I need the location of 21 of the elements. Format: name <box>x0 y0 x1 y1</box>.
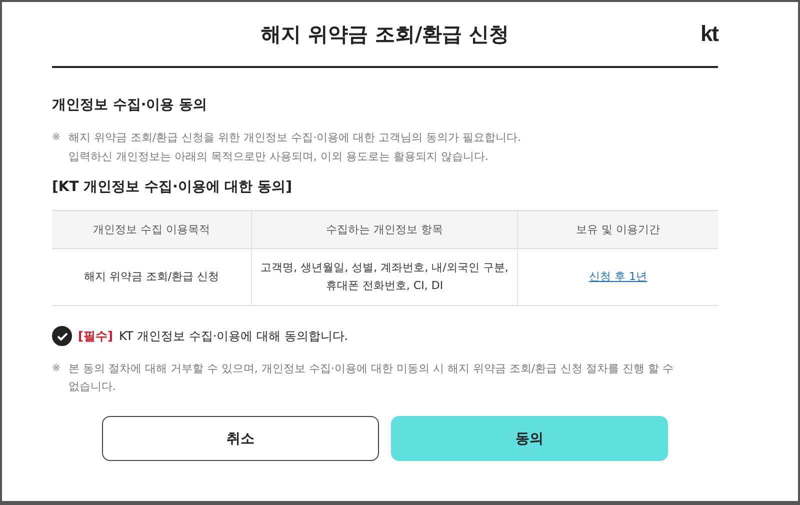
required-tag: [필수] <box>78 328 113 344</box>
table-cell: 고객명, 생년월일, 성별, 계좌번호, 내/외국인 구분, 휴대폰 전화번호, CI, DI <box>252 249 518 305</box>
table-cell: 해지 위약금 조회/환급 신청 <box>52 249 252 305</box>
footnote-text: 본 동의 절차에 대해 거부할 수 있으며, 개인정보 수집·이용에 대한 미동의 시 해지 위약금 조회/환급 신청 절차를 진행 할 수 없습니다. <box>68 361 675 395</box>
column-header: 보유 및 이용기간 <box>518 211 718 249</box>
logo: kt <box>700 21 718 47</box>
agree-button[interactable]: 동의 <box>391 416 668 461</box>
notice-text: 해지 위약금 조회/환급 신청을 위한 개인정보 수집·이용에 대한 고객님의 동의가 필요합니다. <box>68 130 522 146</box>
consent-checkbox[interactable] <box>52 326 72 346</box>
dialog-title: 해지 위약금 조회/환급 신청 <box>260 20 510 48</box>
notice-text: 입력하신 개인정보는 아래의 목적으로만 사용되며, 이외 용도로는 활용되지 않습니다. <box>68 149 490 165</box>
subheading: [KT 개인정보 수집·이용에 대한 동의] <box>52 178 294 196</box>
section-heading: 개인정보 수집·이용 동의 <box>52 96 208 114</box>
period-link[interactable]: 신청 후 1년 <box>589 268 647 286</box>
column-header: 개인정보 수집 이용목적 <box>52 211 252 249</box>
column-header: 수집하는 개인정보 항목 <box>252 211 518 249</box>
consent-label: KT 개인정보 수집·이용에 대해 동의합니다. <box>118 328 348 344</box>
check-icon <box>56 332 68 340</box>
cancel-button[interactable]: 취소 <box>102 416 379 461</box>
note-mark: ※ <box>52 362 60 376</box>
note-mark: ※ <box>52 131 60 145</box>
